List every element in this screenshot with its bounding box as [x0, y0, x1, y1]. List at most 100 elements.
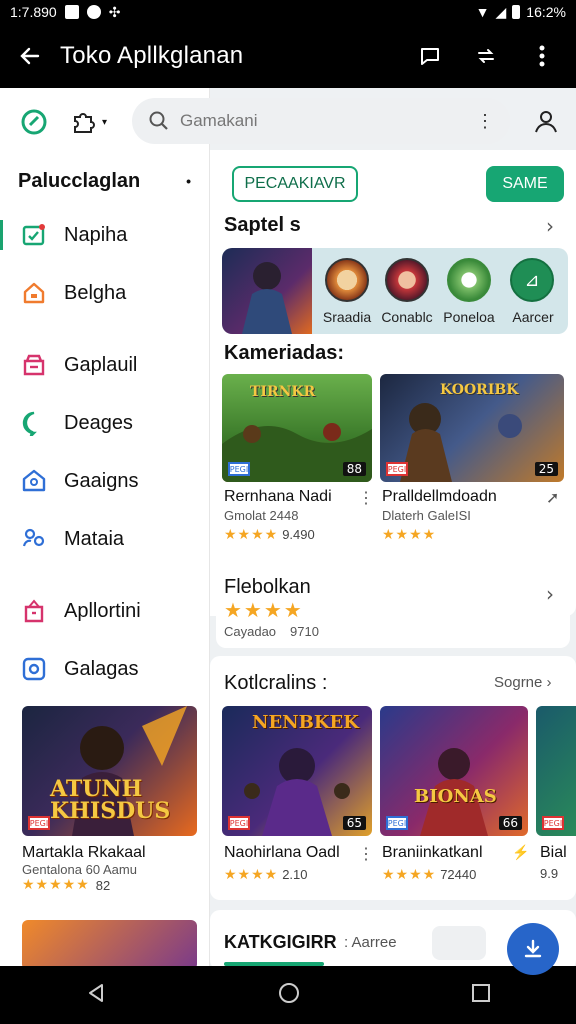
back-button[interactable] [0, 24, 60, 88]
sidebar-item-3[interactable]: Deages [0, 394, 209, 452]
share-icon[interactable]: ➚ [546, 488, 559, 508]
filter-pill-left[interactable]: PECAAKIAVR [232, 166, 358, 202]
price-badge: 88 [342, 462, 366, 476]
sidebar-item-label: Apllortini [64, 599, 141, 622]
game-artwork[interactable]: PEGI [536, 706, 576, 836]
app-avatar-2[interactable] [447, 258, 491, 302]
game-artwork: PEGI ATUNH KHISDUS [22, 706, 197, 836]
chip-placeholder[interactable] [432, 926, 486, 960]
highlight-developer: Cayadao [224, 624, 277, 639]
sidebar-item-5[interactable]: Mataia [0, 510, 209, 568]
chat-bubble-icon [20, 409, 48, 437]
sidebar-item-4[interactable]: Gaaigns [0, 452, 209, 510]
sidebar-header-label: Palucclaglan [18, 169, 141, 192]
age-rating-badge: PEGI [28, 816, 50, 830]
sidebar-item-label: Gaaigns [64, 469, 139, 492]
game-title: Naohirlana Oadl [224, 844, 340, 861]
search-bar[interactable]: Gamakani ⋮ [132, 98, 510, 144]
sync-icon [478, 49, 494, 63]
overflow-menu-button[interactable] [516, 30, 568, 82]
notification-icon [86, 5, 101, 19]
more-vert-icon [539, 45, 545, 67]
sidebar-item-2[interactable]: Gaplauil [0, 336, 209, 394]
age-rating-badge: PEGI [542, 816, 564, 830]
sidebar-item-1[interactable]: Belgha [0, 264, 209, 322]
sidebar-item-0[interactable]: Napiha [0, 206, 209, 264]
bag-icon [20, 597, 48, 625]
wifi-icon: ▼ [475, 4, 490, 20]
sidebar: ▾ Palucclaglan • Napiha Belgha Gaplauil … [0, 88, 210, 966]
app-avatar-0[interactable] [325, 258, 369, 302]
sidebar-game-card-2[interactable] [22, 920, 197, 966]
app-label-1: Conablc [381, 309, 433, 325]
status-time-left: 1:7.890 [10, 4, 57, 20]
game-title: Braniinkatkanl [382, 844, 483, 861]
game-artwork[interactable]: TIRNKR PEGI 88 [222, 374, 372, 482]
sidebar-item-6[interactable]: Apllortini [0, 582, 209, 640]
more-vert-icon[interactable]: ⋮ [358, 488, 374, 508]
rating-score: 9.490 [282, 527, 315, 542]
nav-back-button[interactable] [85, 982, 107, 1008]
age-rating-badge: PEGI [386, 816, 408, 830]
nav-recents-button[interactable] [471, 983, 491, 1007]
profile-button[interactable] [526, 101, 566, 141]
section-title-kategori: Kameriadas: [224, 342, 345, 364]
search-icon [149, 111, 168, 130]
search-more-icon[interactable]: ⋮ [476, 111, 494, 132]
fab-button[interactable] [507, 923, 559, 975]
download-icon [524, 939, 542, 958]
sync-button[interactable] [460, 30, 512, 82]
see-more-link[interactable]: Sogrne › [494, 674, 552, 691]
chevron-right-icon[interactable]: › [546, 214, 554, 238]
bottom-section-title: KATKGIGIRR [224, 932, 337, 952]
game-art-title: TIRNKR [250, 384, 316, 400]
chat-button[interactable] [404, 30, 456, 82]
game-developer: Dlaterh GaleISI [382, 508, 471, 523]
game-artwork[interactable]: NENBKEK PEGI 65 [222, 706, 372, 836]
sidebar-item-label: Gaplauil [64, 353, 138, 376]
section-title-apps: Saptel s [224, 214, 301, 236]
game-artwork[interactable]: BIONAS PEGI 66 [380, 706, 528, 836]
battery-icon [512, 5, 521, 19]
home-icon [20, 279, 48, 307]
game-art-title: ATUNH KHISDUS [50, 776, 171, 824]
price-badge: 65 [342, 816, 366, 830]
share-icon[interactable]: ⚡ [512, 844, 529, 861]
sidebar-item-label: Napiha [64, 223, 128, 246]
rating-score: 72440 [440, 867, 477, 882]
status-bar: 1:7.890 ✣ ▼ ◢ 16:2% [0, 0, 576, 24]
featured-game-artwork[interactable] [222, 248, 312, 334]
nav-home-button[interactable] [277, 981, 301, 1009]
target-icon [20, 655, 48, 683]
extensions-button[interactable]: ▾ [70, 109, 107, 135]
search-input[interactable]: Gamakani [180, 111, 257, 131]
price-badge: 25 [534, 462, 558, 476]
app-avatar-1[interactable] [385, 258, 429, 302]
arrow-back-icon [20, 47, 40, 65]
sidebar-header: Palucclaglan • [0, 156, 209, 206]
sidebar-game-card[interactable]: PEGI ATUNH KHISDUS Martakla Rkakaal Gent… [22, 706, 197, 893]
filter-pill-right[interactable]: SAME [486, 166, 564, 202]
sidebar-item-7[interactable]: Galagas [0, 640, 209, 698]
gallery-icon [64, 5, 79, 19]
puzzle-icon [74, 113, 95, 133]
compass-icon[interactable] [20, 108, 48, 136]
status-clock: 16:2% [526, 4, 566, 20]
game-artwork-2 [22, 920, 197, 966]
game-art-title: KOORIBK [440, 382, 519, 398]
age-rating-badge: PEGI [386, 462, 408, 476]
game-art-title: NENBKEK [252, 712, 359, 733]
rating-score: 9.9 [540, 866, 559, 881]
section-title-trending: Kotlcralins : [224, 672, 328, 694]
rating-stars: ★★★★★ [22, 877, 90, 893]
bottom-section-label: : Aarree [344, 934, 397, 951]
chevron-right-icon[interactable]: › [546, 582, 554, 606]
usb-icon: ✣ [108, 3, 121, 20]
rating-score: 82 [95, 877, 111, 893]
game-title: Bial [540, 844, 567, 861]
app-avatar-3[interactable]: ⊿ [510, 258, 554, 302]
system-nav-bar [0, 966, 576, 1024]
game-artwork[interactable]: KOORIBK PEGI 25 [380, 374, 564, 482]
more-vert-icon[interactable]: ⋮ [358, 844, 374, 864]
game-developer: Gmolat 2448 [224, 508, 299, 523]
